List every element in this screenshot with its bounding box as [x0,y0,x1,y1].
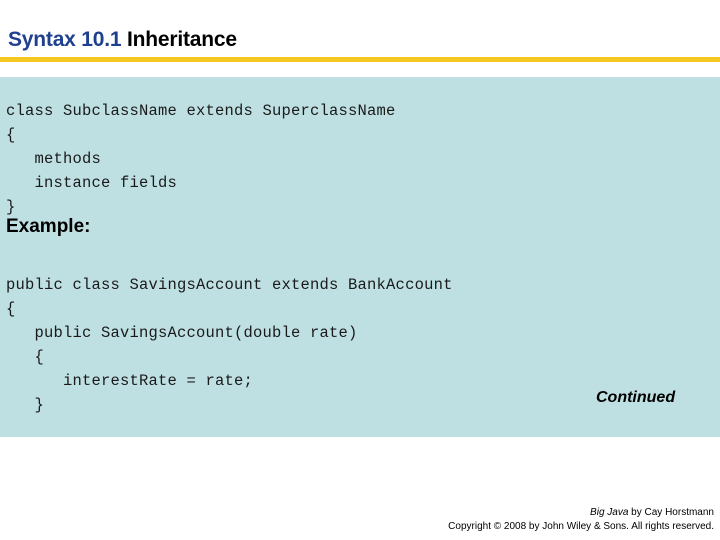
footer-author: by Cay Horstmann [628,507,714,518]
page-title: Syntax 10.1 Inheritance [8,29,237,50]
footer-book-title: Big Java [590,507,629,518]
title-divider-rule [0,57,720,62]
slide: Syntax 10.1 Inheritance class SubclassNa… [0,0,720,540]
title-bar: Syntax 10.1 Inheritance [0,0,720,62]
footer: Big Java by Cay Horstmann Copyright © 20… [448,506,714,534]
content-panel: class SubclassName extends SuperclassNam… [0,77,720,437]
footer-attribution-line: Big Java by Cay Horstmann [448,506,714,520]
footer-copyright-line: Copyright © 2008 by John Wiley & Sons. A… [448,521,714,532]
example-heading: Example: [6,216,91,237]
page-title-topic-label: Inheritance [121,28,237,51]
example-code-block: public class SavingsAccount extends Bank… [6,275,453,414]
continued-label: Continued [596,389,676,406]
syntax-code-block: class SubclassName extends SuperclassNam… [6,101,396,216]
page-title-syntax-label: Syntax 10.1 [8,28,122,51]
